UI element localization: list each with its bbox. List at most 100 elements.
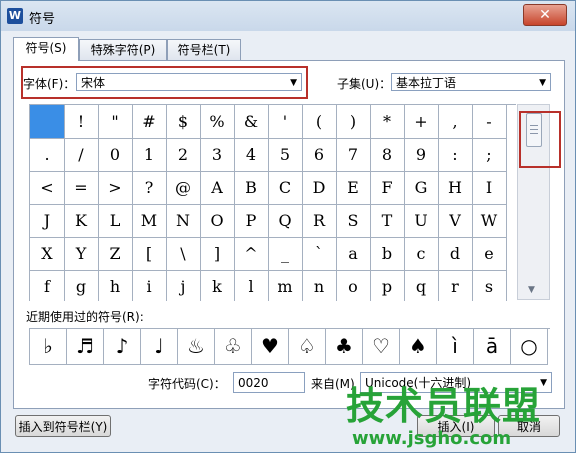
symbol-cell[interactable]: &: [234, 105, 269, 139]
symbol-cell[interactable]: f: [30, 270, 65, 301]
symbol-cell[interactable]: 8: [370, 138, 405, 172]
symbol-cell[interactable]: I: [472, 171, 507, 205]
subset-select[interactable]: 基本拉丁语 ▼: [391, 73, 551, 91]
tab-symbol-bar[interactable]: 符号栏(T): [167, 39, 241, 60]
symbol-cell[interactable]: Q: [268, 204, 303, 238]
scroll-down-arrow-icon[interactable]: ▼: [528, 285, 535, 295]
symbol-cell[interactable]: 7: [336, 138, 371, 172]
symbol-cell[interactable]: *: [370, 105, 405, 139]
symbol-cell[interactable]: b: [370, 237, 405, 271]
symbol-cell[interactable]: E: [336, 171, 371, 205]
symbol-cell[interactable]: q: [404, 270, 439, 301]
symbol-cell[interactable]: g: [64, 270, 99, 301]
symbol-cell[interactable]: l: [234, 270, 269, 301]
symbol-cell[interactable]: ]: [200, 237, 235, 271]
symbol-cell[interactable]: S: [336, 204, 371, 238]
symbol-cell[interactable]: <: [30, 171, 65, 205]
symbol-cell[interactable]: V: [438, 204, 473, 238]
symbol-cell[interactable]: _: [268, 237, 303, 271]
symbol-cell[interactable]: h: [98, 270, 133, 301]
symbol-cell[interactable]: r: [438, 270, 473, 301]
recent-symbol-cell[interactable]: ♩: [141, 329, 178, 365]
symbol-cell[interactable]: [: [132, 237, 167, 271]
symbol-cell[interactable]: s: [472, 270, 507, 301]
symbol-cell[interactable]: U: [404, 204, 439, 238]
symbol-cell[interactable]: 6: [302, 138, 337, 172]
symbol-cell[interactable]: .: [30, 138, 65, 172]
recent-symbol-cell[interactable]: ♧: [215, 329, 252, 365]
tab-symbols[interactable]: 符号(S): [13, 37, 79, 61]
symbol-cell[interactable]: O: [200, 204, 235, 238]
symbol-cell[interactable]: ?: [132, 171, 167, 205]
symbol-cell[interactable]: %: [200, 105, 235, 139]
symbol-cell[interactable]: k: [200, 270, 235, 301]
symbol-cell[interactable]: ): [336, 105, 371, 139]
symbol-cell[interactable]: \: [166, 237, 201, 271]
symbol-cell[interactable]: N: [166, 204, 201, 238]
close-button[interactable]: ✕: [523, 4, 567, 26]
symbol-cell[interactable]: K: [64, 204, 99, 238]
symbol-cell[interactable]: W: [472, 204, 507, 238]
symbol-cell[interactable]: o: [336, 270, 371, 301]
symbol-cell[interactable]: Y: [64, 237, 99, 271]
symbol-cell[interactable]: a: [336, 237, 371, 271]
symbol-cell[interactable]: A: [200, 171, 235, 205]
symbol-cell[interactable]: e: [472, 237, 507, 271]
recent-symbol-cell[interactable]: ā: [474, 329, 511, 365]
recent-symbol-cell[interactable]: ♭: [30, 329, 67, 365]
symbol-cell[interactable]: (: [302, 105, 337, 139]
symbol-cell[interactable]: 0: [98, 138, 133, 172]
symbol-cell[interactable]: H: [438, 171, 473, 205]
symbol-cell[interactable]: 1: [132, 138, 167, 172]
insert-to-symbol-bar-button[interactable]: 插入到符号栏(Y): [15, 415, 111, 437]
symbol-cell[interactable]: C: [268, 171, 303, 205]
symbol-cell[interactable]: B: [234, 171, 269, 205]
symbol-cell[interactable]: 3: [200, 138, 235, 172]
symbol-cell[interactable]: @: [166, 171, 201, 205]
symbol-cell[interactable]: 9: [404, 138, 439, 172]
recent-symbol-cell[interactable]: ì: [437, 329, 474, 365]
symbol-cell[interactable]: ": [98, 105, 133, 139]
symbol-cell[interactable]: 5: [268, 138, 303, 172]
symbol-cell[interactable]: m: [268, 270, 303, 301]
symbol-cell[interactable]: ;: [472, 138, 507, 172]
symbol-cell-selected[interactable]: [30, 105, 65, 139]
recent-symbol-cell[interactable]: ♣: [326, 329, 363, 365]
symbol-cell[interactable]: P: [234, 204, 269, 238]
symbol-cell[interactable]: ^: [234, 237, 269, 271]
symbol-cell[interactable]: $: [166, 105, 201, 139]
recent-symbol-cell[interactable]: ♠: [400, 329, 437, 365]
symbol-cell[interactable]: -: [472, 105, 507, 139]
symbol-cell[interactable]: #: [132, 105, 167, 139]
symbol-cell[interactable]: M: [132, 204, 167, 238]
symbol-cell[interactable]: j: [166, 270, 201, 301]
recent-symbol-cell[interactable]: ♪: [104, 329, 141, 365]
symbol-cell[interactable]: n: [302, 270, 337, 301]
recent-symbol-cell[interactable]: ♬: [67, 329, 104, 365]
symbol-cell[interactable]: +: [404, 105, 439, 139]
tab-special-chars[interactable]: 特殊字符(P): [79, 39, 167, 60]
symbol-cell[interactable]: 4: [234, 138, 269, 172]
symbol-cell[interactable]: `: [302, 237, 337, 271]
symbol-cell[interactable]: ': [268, 105, 303, 139]
symbol-cell[interactable]: c: [404, 237, 439, 271]
char-code-input[interactable]: 0020: [233, 372, 305, 393]
symbol-cell[interactable]: >: [98, 171, 133, 205]
symbol-cell[interactable]: F: [370, 171, 405, 205]
symbol-cell[interactable]: i: [132, 270, 167, 301]
symbol-cell[interactable]: ,: [438, 105, 473, 139]
symbol-cell[interactable]: R: [302, 204, 337, 238]
recent-symbol-cell[interactable]: ♤: [289, 329, 326, 365]
recent-symbol-cell[interactable]: ○: [511, 329, 548, 365]
symbol-cell[interactable]: d: [438, 237, 473, 271]
recent-symbol-cell[interactable]: ♡: [363, 329, 400, 365]
symbol-cell[interactable]: Z: [98, 237, 133, 271]
recent-symbol-cell[interactable]: ♥: [252, 329, 289, 365]
symbol-cell[interactable]: p: [370, 270, 405, 301]
symbol-cell[interactable]: X: [30, 237, 65, 271]
symbol-cell[interactable]: :: [438, 138, 473, 172]
symbol-cell[interactable]: =: [64, 171, 99, 205]
symbol-cell[interactable]: G: [404, 171, 439, 205]
symbol-cell[interactable]: J: [30, 204, 65, 238]
symbol-cell[interactable]: T: [370, 204, 405, 238]
